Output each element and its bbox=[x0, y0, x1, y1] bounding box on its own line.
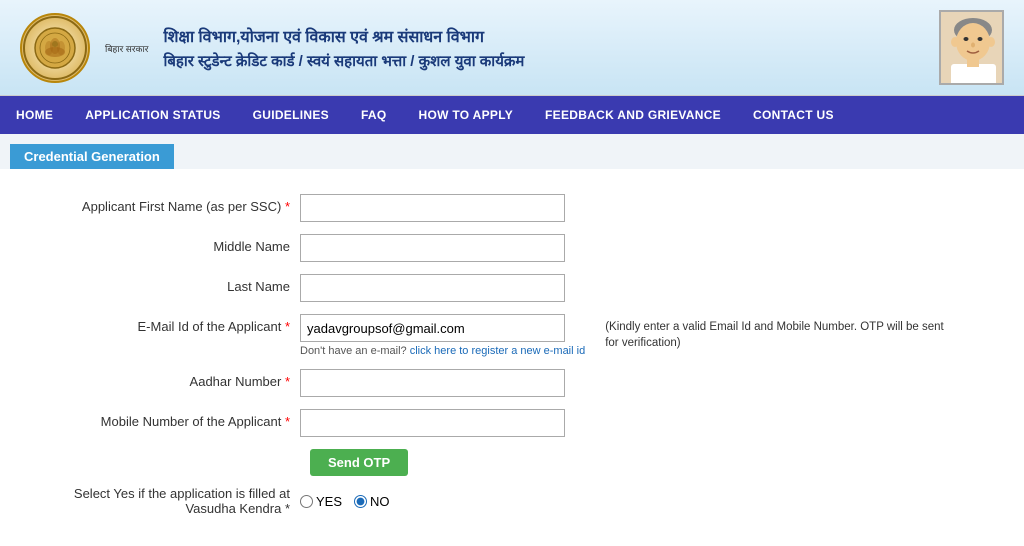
email-input-wrap: Don't have an e-mail? click here to regi… bbox=[300, 314, 585, 357]
aadhar-input[interactable] bbox=[300, 369, 565, 397]
aadhar-input-wrap bbox=[300, 369, 565, 397]
email-note: Don't have an e-mail? click here to regi… bbox=[300, 345, 585, 357]
bihar-sarkar-label: बिहार सरकार bbox=[105, 42, 148, 55]
vasudha-radio-group: YES NO bbox=[300, 494, 390, 509]
vasudha-yes-label[interactable]: YES bbox=[300, 494, 342, 509]
nav-faq[interactable]: FAQ bbox=[345, 96, 403, 134]
last-name-input[interactable] bbox=[300, 274, 565, 302]
first-name-input[interactable] bbox=[300, 194, 565, 222]
nav-home[interactable]: HOME bbox=[0, 96, 69, 134]
header-titles: शिक्षा विभाग,योजना एवं विकास एवं श्रम सं… bbox=[163, 25, 524, 71]
navbar: HOME APPLICATION STATUS GUIDELINES FAQ H… bbox=[0, 96, 1024, 134]
mobile-input[interactable] bbox=[300, 409, 565, 437]
emblem-svg bbox=[33, 26, 77, 70]
nav-application-status[interactable]: APPLICATION STATUS bbox=[69, 96, 236, 134]
first-name-label: Applicant First Name (as per SSC) * bbox=[30, 194, 300, 216]
first-name-input-wrap bbox=[300, 194, 565, 222]
form-area: Applicant First Name (as per SSC) * Midd… bbox=[0, 169, 1024, 546]
header-left: बिहार सरकार शिक्षा विभाग,योजना एवं विकास… bbox=[20, 13, 524, 83]
aadhar-row: Aadhar Number * bbox=[30, 369, 994, 397]
credential-badge-wrap: Credential Generation bbox=[0, 134, 1024, 169]
vasudha-no-label[interactable]: NO bbox=[354, 494, 390, 509]
middle-name-label: Middle Name bbox=[30, 234, 300, 256]
last-name-row: Last Name bbox=[30, 274, 994, 302]
vasudha-yes-radio[interactable] bbox=[300, 495, 313, 508]
otp-hint-text: (Kindly enter a valid Email Id and Mobil… bbox=[605, 314, 955, 351]
email-label: E-Mail Id of the Applicant * bbox=[30, 314, 300, 336]
nav-feedback-grievance[interactable]: FEEDBACK AND GRIEVANCE bbox=[529, 96, 737, 134]
page-header: बिहार सरकार शिक्षा विभाग,योजना एवं विकास… bbox=[0, 0, 1024, 96]
person-image bbox=[941, 12, 1002, 83]
last-name-label: Last Name bbox=[30, 274, 300, 296]
vasudha-no-radio[interactable] bbox=[354, 495, 367, 508]
email-row: E-Mail Id of the Applicant * Don't have … bbox=[30, 314, 994, 357]
nav-contact-us[interactable]: CONTACT US bbox=[737, 96, 850, 134]
email-input-section: Don't have an e-mail? click here to regi… bbox=[300, 314, 955, 357]
send-otp-button[interactable]: Send OTP bbox=[310, 449, 408, 476]
vasudha-label: Select Yes if the application is filled … bbox=[30, 486, 300, 516]
minister-photo bbox=[939, 10, 1004, 85]
mobile-label: Mobile Number of the Applicant * bbox=[30, 409, 300, 431]
nav-guidelines[interactable]: GUIDELINES bbox=[237, 96, 345, 134]
email-input[interactable] bbox=[300, 314, 565, 342]
person-svg bbox=[941, 12, 1004, 85]
middle-name-input[interactable] bbox=[300, 234, 565, 262]
last-name-input-wrap bbox=[300, 274, 565, 302]
government-logo bbox=[20, 13, 90, 83]
first-name-row: Applicant First Name (as per SSC) * bbox=[30, 194, 994, 222]
aadhar-label: Aadhar Number * bbox=[30, 369, 300, 391]
middle-name-row: Middle Name bbox=[30, 234, 994, 262]
register-email-link[interactable]: click here to register a new e-mail id bbox=[410, 345, 585, 357]
header-title-top: शिक्षा विभाग,योजना एवं विकास एवं श्रम सं… bbox=[163, 25, 524, 47]
mobile-row: Mobile Number of the Applicant * bbox=[30, 409, 994, 437]
credential-form: Applicant First Name (as per SSC) * Midd… bbox=[0, 174, 1024, 546]
mobile-input-wrap bbox=[300, 409, 565, 437]
logo-inner bbox=[23, 16, 87, 80]
middle-name-input-wrap bbox=[300, 234, 565, 262]
credential-generation-badge: Credential Generation bbox=[10, 144, 174, 169]
header-text: बिहार सरकार bbox=[105, 40, 148, 55]
vasudha-row: Select Yes if the application is filled … bbox=[30, 486, 994, 516]
header-title-bottom: बिहार स्टुडेन्ट क्रेडिट कार्ड / स्वयं सह… bbox=[163, 51, 524, 71]
nav-how-to-apply[interactable]: HOW TO APPLY bbox=[403, 96, 530, 134]
